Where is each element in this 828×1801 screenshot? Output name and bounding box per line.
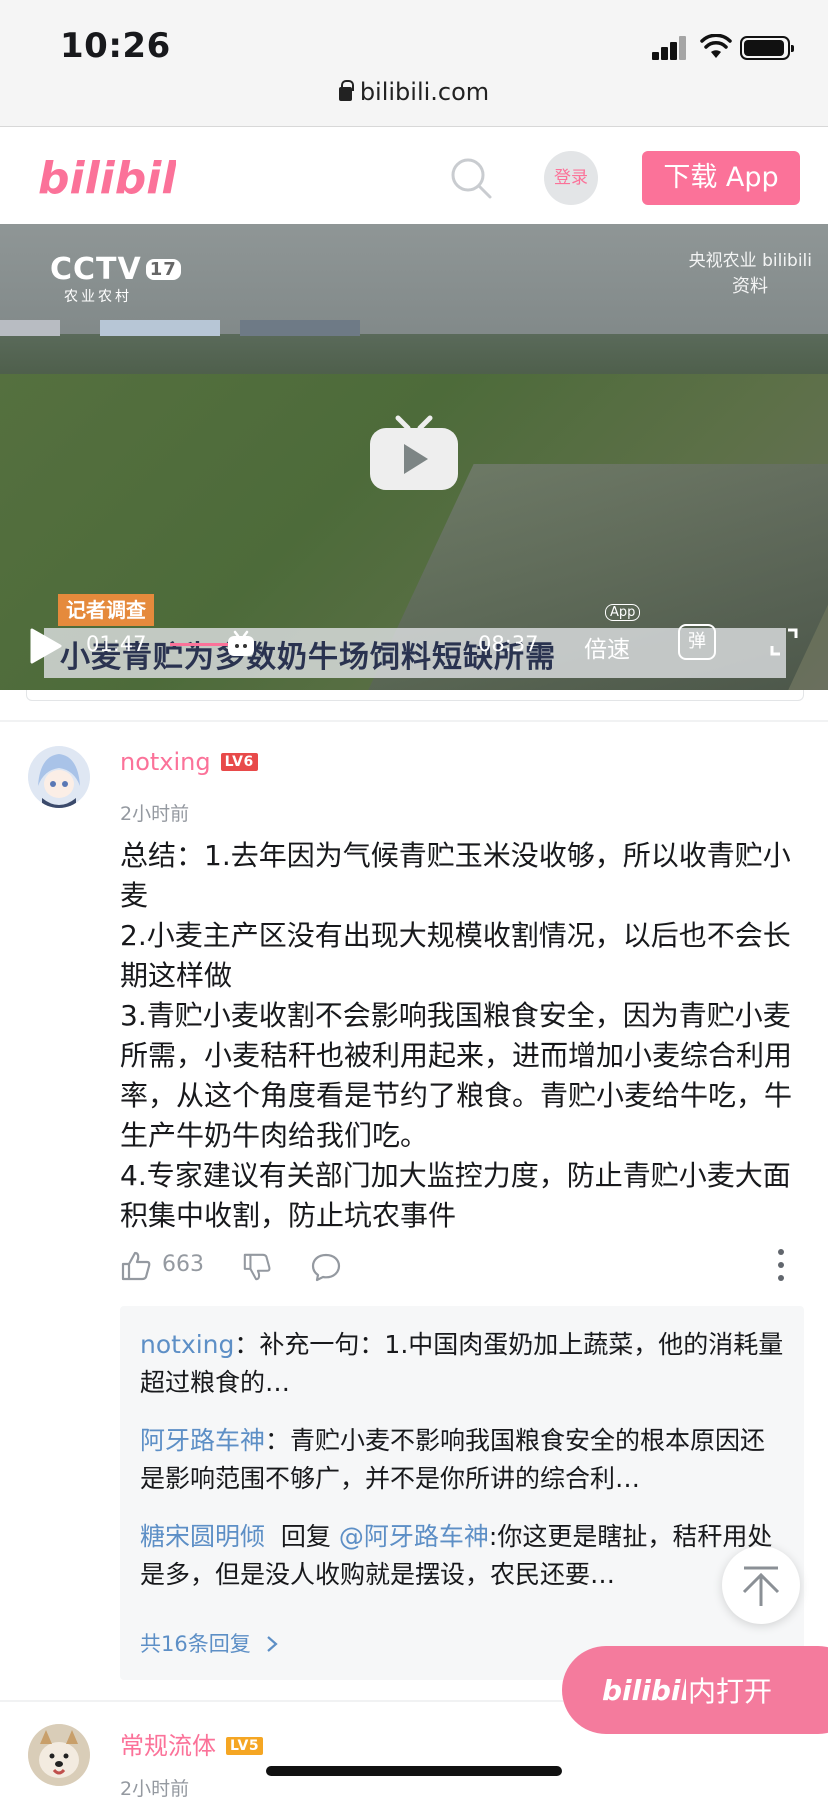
level-badge: LV6 — [220, 753, 258, 771]
mention-link[interactable]: @阿牙路车神 — [339, 1522, 489, 1551]
fullscreen-icon[interactable] — [768, 626, 800, 658]
progress-bar[interactable] — [170, 643, 228, 646]
home-indicator[interactable] — [266, 1766, 562, 1776]
video-player[interactable]: CCTV 17 农业农村 央视农业 bilibili 资料 记者调查 小麦青贮为多… — [0, 224, 828, 690]
speed-button[interactable]: 倍速 — [584, 630, 630, 664]
comment-actions: 663 — [120, 1250, 800, 1284]
reply-username[interactable]: 阿牙路车神 — [140, 1426, 265, 1455]
watermark-sub: 资料 — [732, 276, 768, 297]
chevron-right-icon — [267, 1636, 279, 1652]
url-text: bilibili.com — [359, 78, 490, 106]
replies-box[interactable]: notxing：补充一句：1.中国肉蛋奶加上蔬菜，他的消耗量超过粮食的… 阿牙路… — [120, 1306, 804, 1680]
anime-avatar-icon — [28, 746, 90, 808]
comment-paragraph: 总结：1.去年因为气候青贮玉米没收够，所以收青贮小麦 — [120, 839, 791, 912]
watermark: 央视农业 bilibili — [688, 251, 812, 271]
more-options-icon[interactable] — [776, 1248, 786, 1282]
app-tag: App — [605, 604, 641, 621]
reporter-tag: 记者调查 — [58, 594, 154, 626]
cctv-logo: CCTV 17 — [50, 252, 181, 287]
wifi-icon — [700, 34, 732, 58]
download-app-button[interactable]: 下载 App — [642, 151, 800, 205]
back-to-top-button[interactable] — [722, 1546, 800, 1624]
progress-thumb-icon[interactable] — [226, 630, 256, 658]
comment-paragraph: 2.小麦主产区没有出现大规模收割情况，以后也不会长期这样做 — [120, 919, 791, 992]
danmaku-toggle[interactable]: 弹 — [678, 624, 716, 660]
dislike-icon[interactable] — [242, 1252, 272, 1282]
svg-text:bilibili: bilibili — [38, 153, 176, 204]
open-in-app-button[interactable]: bilibili 内打开 — [562, 1646, 828, 1734]
current-time: 01:47 — [86, 632, 147, 656]
like-icon[interactable] — [120, 1250, 152, 1282]
status-time: 10:26 — [60, 26, 171, 66]
bilibili-logo[interactable]: bilibili — [36, 141, 176, 211]
address-bar[interactable]: bilibili.com — [0, 78, 828, 106]
level-badge: LV5 — [226, 1737, 264, 1755]
avatar[interactable] — [28, 1724, 90, 1786]
comment-time: 2小时前 — [120, 803, 190, 825]
total-time: 08:37 — [478, 632, 539, 656]
play-icon[interactable] — [368, 414, 460, 490]
arrow-up-icon — [742, 1566, 780, 1606]
cell-signal-icon — [652, 36, 688, 60]
like-count: 663 — [162, 1252, 204, 1277]
lock-icon — [338, 80, 354, 101]
comment-body: 总结：1.去年因为气候青贮玉米没收够，所以收青贮小麦 2.小麦主产区没有出现大规… — [120, 836, 800, 1236]
site-header: bilibili 登录 下载 App — [0, 126, 828, 224]
comment-username[interactable]: 常规流体 LV5 — [120, 1726, 264, 1761]
reply-username[interactable]: 糖宋圆明倾 — [140, 1522, 265, 1551]
play-control-icon[interactable] — [28, 628, 62, 664]
svg-text:bilibili: bilibili — [602, 1674, 686, 1707]
login-button[interactable]: 登录 — [544, 151, 598, 205]
reply-item[interactable]: notxing：补充一句：1.中国肉蛋奶加上蔬菜，他的消耗量超过粮食的… — [140, 1326, 784, 1402]
avatar[interactable] — [28, 746, 90, 808]
dog-avatar-icon — [28, 1724, 90, 1786]
comment-username[interactable]: notxing LV6 — [120, 748, 258, 776]
search-icon[interactable] — [448, 155, 494, 201]
comment-time: 2小时前 — [120, 1778, 190, 1800]
cctv-channel-name: 农业农村 — [64, 289, 132, 305]
reply-username[interactable]: notxing — [140, 1330, 234, 1359]
bilibili-logo: bilibili — [602, 1674, 686, 1707]
comment-paragraph: 4.专家建议有关部门加大监控力度，防止青贮小麦大面积集中收割，防止坑农事件 — [120, 1159, 791, 1232]
open-in-app-label: 内打开 — [688, 1675, 773, 1708]
status-bar: 10:26 bilibili.com — [0, 0, 828, 126]
reply-item[interactable]: 糖宋圆明倾 回复 @阿牙路车神:你这更是瞎扯，秸秆用处是多，但是没人收购就是摆设… — [140, 1518, 784, 1594]
reply-icon[interactable] — [310, 1252, 342, 1282]
battery-icon — [740, 36, 794, 60]
reply-item[interactable]: 阿牙路车神：青贮小麦不影响我国粮食安全的根本原因还是影响范围不够广，并不是你所讲… — [140, 1422, 784, 1498]
more-replies-link[interactable]: 共16条回复 — [140, 1628, 279, 1658]
divider — [0, 720, 828, 722]
comment-paragraph: 3.青贮小麦收割不会影响我国粮食安全，因为青贮小麦所需，小麦秸秆也被利用起来，进… — [120, 999, 793, 1152]
